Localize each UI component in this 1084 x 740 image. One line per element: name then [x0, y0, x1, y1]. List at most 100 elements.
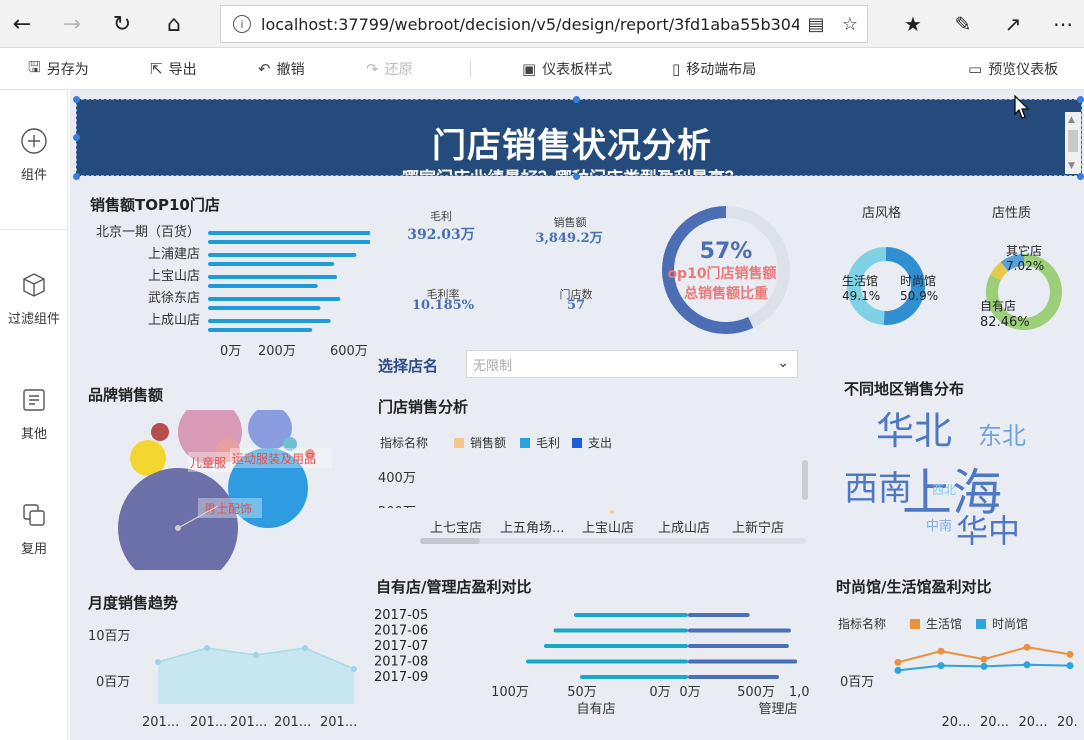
nature-donut-chart[interactable]: 其它店 7.02% 自有店 82.46%: [974, 238, 1074, 334]
back-button[interactable]: ←: [6, 8, 38, 40]
monthly-area-chart[interactable]: 10百万0百万201... 201... 201... 201... 201...: [80, 622, 370, 732]
refresh-icon: ↻: [112, 11, 132, 37]
profit-month-label: 2017-08: [374, 655, 428, 670]
brand-bubble-chart[interactable]: 儿童服 运动服装及用品 男士配饰: [110, 410, 350, 570]
mobile-layout-button[interactable]: ▯ 移动端布局: [672, 48, 756, 90]
nature-other-label: 其它店: [1006, 243, 1042, 258]
forward-button[interactable]: →: [56, 8, 88, 40]
share-icon: ↗: [1004, 12, 1022, 36]
region-title: 不同地区销售分布: [844, 380, 965, 398]
resize-handle[interactable]: [73, 173, 80, 180]
designer-toolbar: 🖫 另存为 ⇱ 导出 ↶ 撤销 ↷ 还原 ▣ 仪表板样式 ▯ 移动端布局 ▭ 预览仪表板: [0, 48, 1084, 90]
top10-bar: [208, 319, 331, 323]
self-store-bar: [553, 628, 688, 633]
arrow-left-icon: ←: [12, 11, 32, 37]
sidebar-item-components[interactable]: 组件: [0, 128, 68, 183]
left-panel: 组件 过滤组件 其他 复用: [0, 90, 68, 740]
resize-handle[interactable]: [73, 96, 80, 103]
sidebar-divider: [0, 229, 68, 230]
top10-bar: [208, 328, 313, 332]
notes-button[interactable]: ✎: [946, 8, 980, 40]
monthly-xtick: 201...: [320, 715, 357, 730]
life-point: [894, 658, 902, 666]
resize-handle[interactable]: [1077, 173, 1084, 180]
data-point: [610, 510, 614, 514]
legend-swatch-expense: [572, 438, 582, 448]
title-widget[interactable]: 门店销售状况分析 哪家门店业绩最好？哪种门店类型盈利最高？ ▲ ▼: [76, 99, 1082, 176]
top10-store-label: 上浦建店: [148, 247, 200, 262]
region-wordcloud[interactable]: 华北 东北 西南 上海 西北 中南 华中: [840, 402, 1040, 552]
sidebar-item-filter[interactable]: 过滤组件: [0, 272, 68, 327]
fashion-compare-chart[interactable]: 指标名称 生活馆 时尚馆 0百万 20...20...20...20...20.…: [832, 614, 1078, 732]
share-button[interactable]: ↗: [996, 8, 1030, 40]
scroll-thumb[interactable]: [1068, 130, 1078, 152]
monthly-xtick: 201...: [274, 715, 311, 730]
url-text[interactable]: localhost:37799/webroot/decision/v5/desi…: [261, 15, 799, 34]
save-as-label: 另存为: [46, 62, 89, 78]
monthly-xtick: 201...: [142, 715, 179, 730]
fashion-legend-title: 指标名称: [838, 616, 886, 631]
top10-chart[interactable]: 北京一期（百货） 上浦建店上宝山店武徐东店上成山店 0万 200万 600万: [80, 220, 370, 360]
scroll-up-icon[interactable]: ▲: [1068, 115, 1075, 125]
redo-label: 还原: [384, 62, 413, 78]
scroll-down-icon[interactable]: ▼: [1068, 161, 1075, 171]
style-donut-chart[interactable]: 生活馆 49.1% 时尚馆 50.9%: [840, 242, 940, 332]
gauge-chart[interactable]: 57% op10门店销售额 总销售额比重: [660, 204, 800, 336]
mobile-layout-label: 移动端布局: [686, 62, 757, 78]
managed-store-bar: [688, 628, 791, 633]
analysis-scrollbar-thumb[interactable]: [420, 538, 480, 544]
legend-expense: 支出: [588, 436, 612, 450]
top10-bar: [208, 297, 341, 301]
resize-handle[interactable]: [73, 134, 80, 141]
bubble: [118, 468, 238, 570]
favorites-icon: ★: [904, 12, 922, 36]
favorites-list-button[interactable]: ★: [896, 8, 930, 40]
life-point: [1066, 650, 1074, 658]
export-label: 导出: [168, 62, 197, 78]
info-icon[interactable]: i: [233, 15, 251, 33]
title-scrollbar[interactable]: ▲ ▼: [1065, 112, 1081, 174]
mouse-cursor-icon: [1014, 95, 1030, 119]
legend-life: 生活馆: [926, 616, 962, 631]
export-button[interactable]: ⇱ 导出: [150, 48, 197, 90]
preview-dashboard-button[interactable]: ▭ 预览仪表板: [968, 48, 1058, 90]
profit-compare-title: 自有店/管理店盈利对比: [376, 578, 532, 596]
profit-left-tick: 50万: [567, 685, 597, 700]
resize-handle[interactable]: [1077, 96, 1084, 103]
kpi-gross-profit-value: 392.03万: [407, 227, 475, 243]
kpi-margin-value: 10.185%: [411, 298, 475, 313]
top10-bar: [208, 306, 321, 310]
dashboard-style-button[interactable]: ▣ 仪表板样式: [522, 48, 612, 90]
profit-left-tick: 0万: [649, 685, 670, 700]
favorite-star-icon[interactable]: ☆: [833, 14, 867, 35]
export-icon: ⇱: [150, 60, 163, 78]
gauge-value: 57%: [700, 239, 753, 264]
fashion-ytick: 0百万: [840, 675, 874, 690]
brand-title: 品牌销售额: [88, 386, 164, 404]
brand-label-3: 男士配饰: [204, 502, 252, 516]
gauge-caption-2: 总销售额比重: [684, 285, 768, 302]
fashion-point: [894, 666, 902, 674]
save-as-button[interactable]: 🖫 另存为: [28, 48, 89, 90]
redo-button[interactable]: ↷ 还原: [366, 48, 413, 90]
analysis-scrollbar-v[interactable]: [802, 460, 808, 500]
sidebar-item-other[interactable]: 其他: [0, 387, 68, 442]
undo-button[interactable]: ↶ 撤销: [258, 48, 305, 90]
analysis-xtick: 上新宁店: [732, 520, 784, 536]
home-button[interactable]: ⌂: [158, 8, 190, 40]
resize-handle[interactable]: [573, 173, 580, 180]
profit-left-tick: 100万: [491, 685, 529, 700]
top10-bar: [208, 231, 370, 235]
store-analysis-chart[interactable]: 指标名称 销售额 毛利 支出 400万 200万 上七宝店上五角场...上宝山店…: [376, 430, 812, 550]
style-icon: ▣: [522, 60, 537, 78]
refresh-button[interactable]: ↻: [106, 8, 138, 40]
reading-view-icon[interactable]: ▤: [799, 14, 833, 35]
more-button[interactable]: ⋯: [1046, 8, 1080, 40]
sidebar-item-reuse[interactable]: 复用: [0, 502, 68, 557]
profit-compare-chart[interactable]: 2017-052017-062017-072017-082017-09 100万 5…: [370, 606, 810, 732]
store-select[interactable]: 无限制 ⌄: [466, 350, 798, 378]
resize-handle[interactable]: [573, 96, 580, 103]
fashion-xtick: 20...: [980, 715, 1009, 730]
top10-bar: [208, 240, 370, 244]
address-bar[interactable]: i localhost:37799/webroot/decision/v5/de…: [220, 5, 868, 43]
